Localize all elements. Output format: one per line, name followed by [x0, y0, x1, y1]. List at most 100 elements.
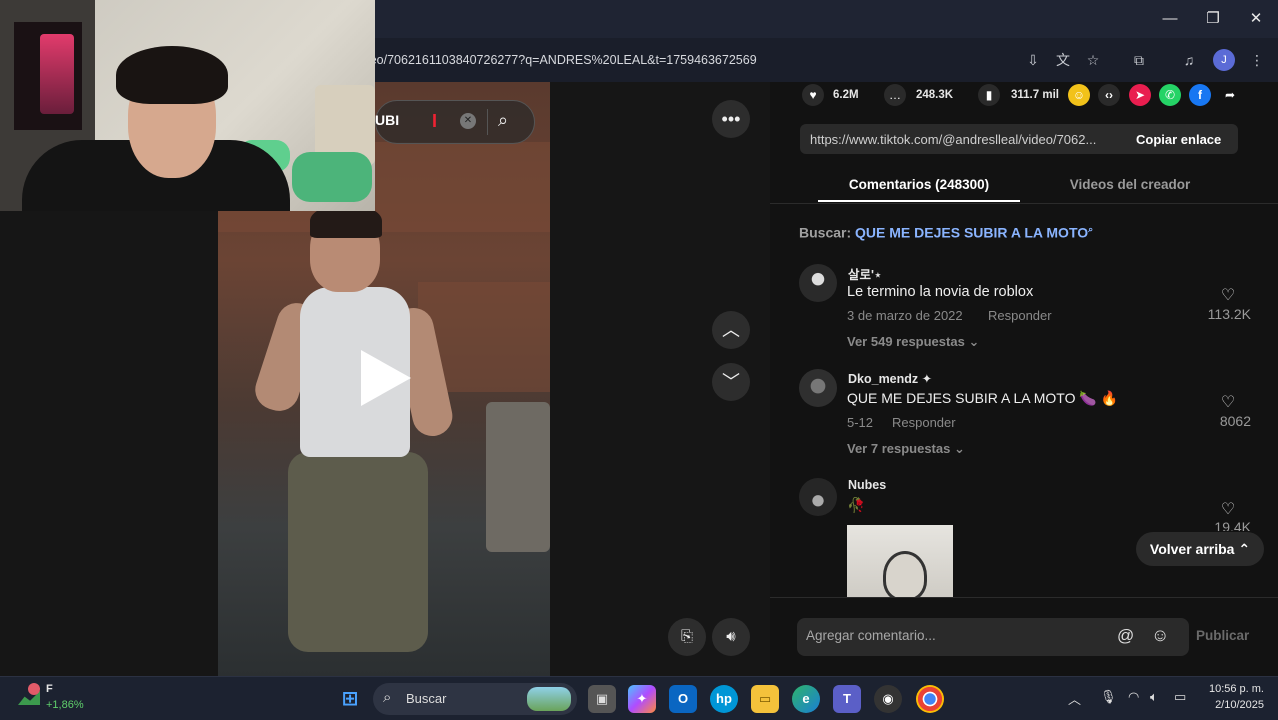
copy-link-button[interactable]: Copiar enlace — [1136, 132, 1236, 147]
whatsapp-icon[interactable]: ✆ — [1159, 84, 1181, 106]
mention-icon[interactable]: @ — [1117, 626, 1134, 646]
facebook-icon[interactable]: f — [1189, 84, 1211, 106]
bookmark-star-icon[interactable]: ☆ — [1082, 49, 1104, 71]
chevron-down-icon: ⌄ — [968, 334, 980, 349]
comments-count: 248.3K — [916, 89, 954, 101]
saves-count: 311.7 mil — [1011, 89, 1059, 101]
screen: — ❐ ✕ ideo/7062161103840726277?q=ANDRES%… — [0, 0, 1278, 720]
view-replies-button[interactable]: Ver 7 respuestas ⌄ — [847, 441, 965, 457]
chevron-down-icon: ⌄ — [953, 441, 965, 456]
avatar[interactable] — [799, 369, 837, 407]
chevron-up-icon: ︿ — [722, 320, 740, 340]
monitor-screen — [40, 34, 74, 114]
comment-date: 5-12 — [847, 415, 874, 430]
reply-button[interactable]: Responder — [892, 415, 956, 430]
media-control-icon[interactable]: ♫ — [1178, 49, 1200, 71]
translate-icon[interactable]: 文 — [1052, 49, 1074, 71]
hair — [116, 46, 228, 104]
share-link-text[interactable]: https://www.tiktok.com/@andreslleal/vide… — [810, 132, 1128, 147]
wifi-icon[interactable]: ◠ — [1128, 689, 1139, 705]
copilot-icon[interactable]: ✦ — [628, 685, 656, 713]
hp-icon[interactable]: hp — [710, 685, 738, 713]
person-legs — [288, 452, 428, 652]
embed-icon[interactable]: ‹› — [1098, 84, 1120, 106]
share-friends-icon[interactable]: ☺ — [1068, 84, 1090, 106]
publish-button[interactable]: Publicar — [1196, 628, 1249, 643]
text-cursor-icon: I — [432, 111, 438, 131]
tab-divider — [770, 203, 1278, 204]
tab-creator-videos[interactable]: Videos del creador — [1050, 177, 1210, 192]
chrome-icon[interactable] — [916, 685, 944, 713]
clock-date[interactable]: 2/10/2025 — [1200, 699, 1264, 711]
comment-username[interactable]: Dko_mendz ✦ — [848, 371, 932, 386]
stock-change: +1,86% — [46, 699, 84, 711]
comment-username[interactable]: Nubes — [848, 478, 886, 492]
comment-date: 3 de marzo de 2022 — [847, 308, 963, 323]
clock-time[interactable]: 10:56 p. m. — [1200, 683, 1264, 695]
more-icon: ••• — [721, 109, 741, 129]
comment-heart-icon[interactable]: ♡ — [1218, 392, 1238, 411]
microphone-icon[interactable]: 🎙︎ — [1100, 689, 1117, 705]
search-suggestion-prefix: Buscar: — [799, 224, 852, 241]
search-icon: ⌕ — [383, 689, 392, 706]
windows-start-icon[interactable]: ⊞ — [336, 685, 364, 713]
tray-chevron-up-icon[interactable]: ︿ — [1068, 689, 1081, 708]
back-to-top-button[interactable]: Volver arriba ⌃ — [1136, 532, 1264, 566]
comment-likes: 19.4K — [1214, 519, 1251, 531]
view-replies-button[interactable]: Ver 549 respuestas ⌄ — [847, 334, 979, 350]
sketch-figure — [883, 551, 927, 597]
comment-heart-icon[interactable]: ♡ — [1218, 499, 1238, 518]
file-explorer-icon[interactable]: ▭ — [751, 685, 779, 713]
minimize-button[interactable]: — — [1158, 8, 1182, 30]
profile-avatar[interactable]: J — [1213, 49, 1235, 71]
panel-divider — [770, 597, 1278, 598]
webcam-overlay — [0, 0, 375, 211]
share-arrow-icon[interactable]: ➦ — [1219, 84, 1241, 106]
heart-icon[interactable]: ♥ — [802, 84, 824, 106]
volume-button[interactable]: 🔊︎ — [712, 618, 750, 656]
teams-icon[interactable]: T — [833, 685, 861, 713]
active-tab-indicator — [818, 200, 1020, 202]
cart-background — [486, 402, 550, 552]
previous-video-button[interactable]: ︿ — [712, 311, 750, 349]
search-icon[interactable]: ⌕ — [498, 110, 508, 131]
comment-image[interactable] — [847, 525, 953, 597]
clipboard-icon: ⎘ — [680, 628, 693, 645]
maximize-button[interactable]: ❐ — [1201, 8, 1225, 30]
speaker-icon[interactable]: 🔈︎ — [1150, 689, 1158, 705]
comment-icon[interactable]: … — [884, 84, 906, 106]
avatar[interactable] — [799, 264, 837, 302]
likes-count: 6.2M — [833, 89, 859, 101]
next-video-button[interactable]: ﹀ — [712, 363, 750, 401]
clipboard-button[interactable]: ⎘ — [668, 618, 706, 656]
tab-comments[interactable]: Comentarios (248300) — [818, 177, 1020, 192]
extensions-icon[interactable]: ⧉ — [1128, 49, 1150, 71]
windows-taskbar: F +1,86% ⊞ ⌕ Buscar ▣ ✦ O hp ▭ e T ◉ ︿ 🎙… — [0, 676, 1278, 720]
edge-icon[interactable]: e — [792, 685, 820, 713]
reply-button[interactable]: Responder — [988, 308, 1052, 323]
close-button[interactable]: ✕ — [1244, 8, 1268, 30]
play-icon[interactable] — [361, 350, 411, 406]
comment-likes: 113.2K — [1207, 306, 1251, 322]
install-app-icon[interactable]: ⇩ — [1022, 49, 1044, 71]
address-bar[interactable]: ideo/7062161103840726277?q=ANDRES%20LEAL… — [360, 44, 1020, 76]
comment-placeholder: Agregar comentario... — [806, 628, 936, 643]
bookmark-icon[interactable]: ▮ — [978, 84, 1000, 106]
more-options-button[interactable]: ••• — [712, 100, 750, 138]
clear-icon[interactable]: ✕ — [460, 113, 476, 129]
weather-widget[interactable] — [18, 683, 44, 709]
search-small-icon: ⌕ — [1088, 224, 1094, 234]
browser-menu-icon[interactable]: ⋮ — [1246, 49, 1268, 71]
send-icon[interactable]: ➤ — [1129, 84, 1151, 106]
outlook-icon[interactable]: O — [669, 685, 697, 713]
taskbar-search[interactable]: ⌕ Buscar — [373, 683, 577, 715]
battery-icon[interactable]: ▭ — [1174, 689, 1186, 705]
comment-heart-icon[interactable]: ♡ — [1218, 285, 1238, 304]
obs-icon[interactable]: ◉ — [874, 685, 902, 713]
search-suggestion[interactable]: Buscar: QUE ME DEJES SUBIR A LA MOTO⌕ — [799, 224, 1093, 241]
task-view-icon[interactable]: ▣ — [588, 685, 616, 713]
comment-username[interactable]: 살로'⋆ — [848, 264, 882, 283]
search-suggestion-term[interactable]: QUE ME DEJES SUBIR A LA MOTO — [855, 225, 1088, 241]
emoji-icon[interactable]: ☺ — [1151, 625, 1169, 646]
avatar[interactable] — [799, 478, 837, 516]
